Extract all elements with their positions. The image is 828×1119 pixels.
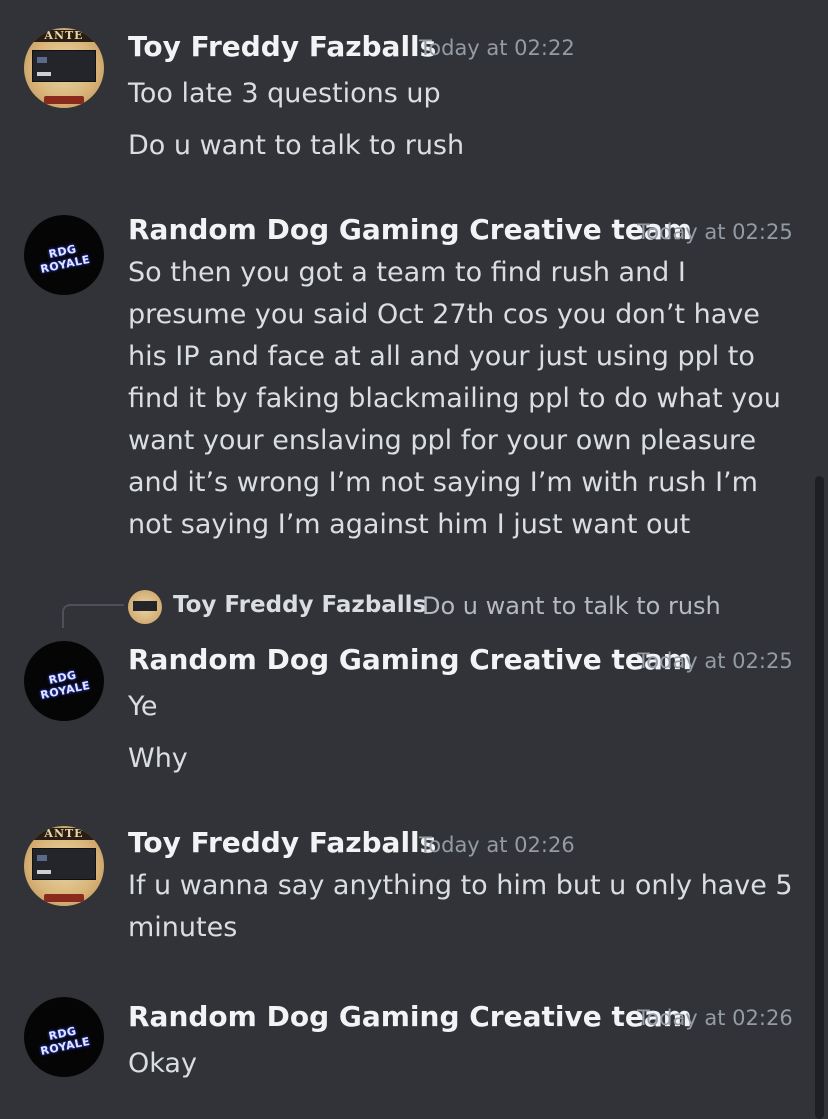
message-text: Okay — [128, 1048, 197, 1079]
rdg-logo: RDG ROYALE — [39, 242, 92, 276]
message-text: Why — [128, 743, 188, 774]
message-text: Do u want to talk to rush — [128, 130, 465, 161]
avatar-rdg[interactable]: RDG ROYALE — [24, 997, 104, 1077]
poster-screen — [32, 50, 96, 82]
username[interactable]: Random Dog Gaming Creative team — [128, 213, 692, 246]
timestamp: Today at 02:25 — [637, 649, 793, 673]
poster-banner — [44, 894, 84, 902]
message-text: So then you got a team to find rush and … — [128, 257, 781, 540]
username[interactable]: Toy Freddy Fazballs — [128, 30, 436, 63]
poster-title: ANTE — [24, 828, 104, 840]
timestamp: Today at 02:26 — [419, 833, 575, 857]
username[interactable]: Random Dog Gaming Creative team — [128, 643, 692, 676]
rdg-logo: RDG ROYALE — [39, 668, 92, 702]
username[interactable]: Toy Freddy Fazballs — [128, 826, 436, 859]
message-text: If u wanna say anything to him but u onl… — [128, 870, 793, 943]
reply-connector — [62, 604, 124, 628]
timestamp: Today at 02:25 — [637, 220, 793, 244]
avatar-toy-freddy[interactable]: ANTE — [24, 28, 104, 108]
avatar-rdg[interactable]: RDG ROYALE — [24, 641, 104, 721]
message-text: Too late 3 questions up — [128, 78, 441, 109]
poster-banner — [44, 96, 84, 104]
poster-screen — [32, 848, 96, 880]
message-text: Ye — [128, 691, 158, 722]
avatar-rdg[interactable]: RDG ROYALE — [24, 215, 104, 295]
scrollbar[interactable] — [815, 476, 824, 1119]
rdg-logo: RDG ROYALE — [39, 1024, 92, 1058]
reply-author[interactable]: Toy Freddy Fazballs — [173, 592, 426, 618]
timestamp: Today at 02:22 — [419, 36, 575, 60]
username[interactable]: Random Dog Gaming Creative team — [128, 1000, 692, 1033]
poster-title: ANTE — [24, 30, 104, 42]
avatar-toy-freddy[interactable]: ANTE — [24, 826, 104, 906]
reply-avatar[interactable] — [128, 590, 162, 624]
reply-preview[interactable]: Do u want to talk to rush — [422, 592, 721, 620]
timestamp: Today at 02:26 — [637, 1006, 793, 1030]
